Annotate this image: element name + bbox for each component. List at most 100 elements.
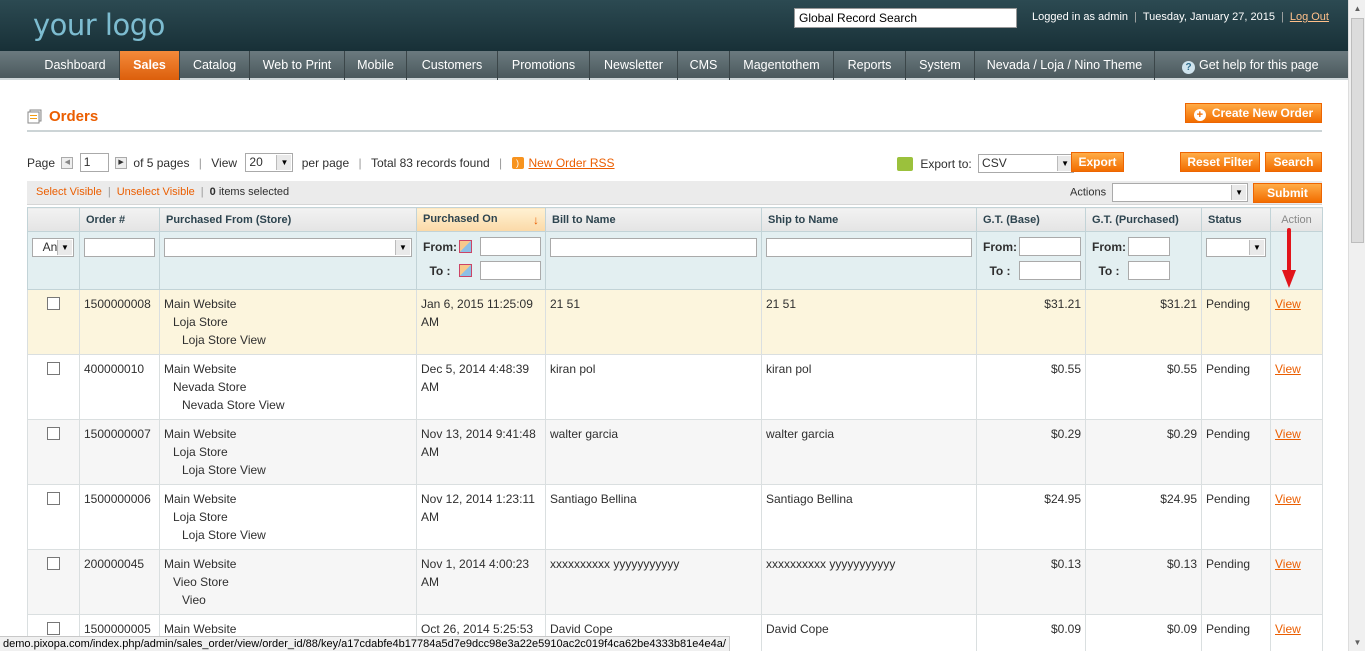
view-label: View — [211, 155, 238, 170]
row-checkbox[interactable] — [47, 427, 60, 440]
nav-theme[interactable]: Nevada / Loja / Nino Theme — [975, 51, 1155, 80]
purchased-on: Dec 5, 2014 4:48:39 AM — [416, 354, 546, 420]
logout-link[interactable]: Log Out — [1290, 11, 1329, 23]
filter-status-select[interactable]: ▼ — [1206, 238, 1266, 257]
purchased-date: Nov 12, 2014 1:23:11 — [421, 492, 535, 506]
filter-date-to-input[interactable] — [480, 261, 541, 280]
help-link[interactable]: ? Get help for this page — [1182, 51, 1319, 80]
row-checkbox[interactable] — [47, 557, 60, 570]
filter-purchased-from-input[interactable] — [1128, 237, 1170, 256]
grand-total-base: $24.95 — [976, 484, 1086, 550]
view-order-link[interactable]: View — [1275, 492, 1301, 506]
logo[interactable]: your logo — [33, 8, 165, 42]
scroll-up-icon[interactable]: ▲ — [1349, 0, 1365, 17]
filter-status-cell: ▼ — [1201, 231, 1271, 290]
nav-catalog[interactable]: Catalog — [180, 51, 250, 80]
row-select-cell — [27, 354, 80, 420]
next-page-icon[interactable]: ▶ — [115, 156, 128, 169]
col-order-number[interactable]: Order # — [79, 207, 160, 232]
store-view: Vieo — [182, 593, 206, 607]
col-store[interactable]: Purchased From (Store) — [159, 207, 417, 232]
filter-order-input[interactable] — [84, 238, 155, 257]
table-row[interactable]: 1500000007 Main Website Loja Store Loja Sto… — [27, 419, 1323, 485]
filter-any-select[interactable]: Any ▼ — [32, 238, 74, 257]
row-select-cell — [27, 419, 80, 485]
order-status: Pending — [1201, 614, 1271, 651]
col-purchased-on[interactable]: Purchased On ↓ — [416, 207, 546, 232]
search-button[interactable]: Search — [1265, 152, 1322, 172]
unselect-visible-link[interactable]: Unselect Visible — [117, 186, 195, 198]
nav-reports[interactable]: Reports — [834, 51, 906, 80]
nav-newsletter[interactable]: Newsletter — [590, 51, 678, 80]
row-checkbox[interactable] — [47, 297, 60, 310]
chevron-down-icon: ▼ — [276, 155, 292, 171]
nav-system[interactable]: System — [906, 51, 975, 80]
view-order-link[interactable]: View — [1275, 622, 1301, 636]
chevron-down-icon: ▼ — [57, 240, 72, 255]
submit-button[interactable]: Submit — [1253, 183, 1322, 203]
purchased-date: Nov 13, 2014 9:41:48 — [421, 427, 536, 441]
filter-date-cell: From: To : — [416, 231, 546, 290]
table-row[interactable]: 400000010 Main Website Nevada Store Nevada … — [27, 354, 1323, 420]
filter-date-from-input[interactable] — [480, 237, 541, 256]
filter-store-select[interactable]: ▼ — [164, 238, 412, 257]
row-checkbox[interactable] — [47, 622, 60, 635]
page-number-input[interactable]: 1 — [79, 153, 109, 173]
grid-body: 1500000008 Main Website Loja Store Loja Sto… — [27, 289, 1323, 651]
prev-page-icon[interactable]: ◀ — [61, 156, 74, 169]
store-view: Nevada Store View — [182, 398, 285, 412]
table-row[interactable]: 1500000006 Main Website Loja Store Loja Sto… — [27, 484, 1323, 550]
export-button[interactable]: Export — [1071, 152, 1124, 172]
per-page-select[interactable]: 20 ▼ — [245, 153, 294, 173]
grid-headings: Order # Purchased From (Store) Purchased… — [27, 207, 1323, 232]
filter-purchased-to-label: To : — [1098, 263, 1120, 278]
order-number: 200000045 — [79, 549, 160, 615]
filter-base-from-input[interactable] — [1019, 237, 1081, 256]
chevron-down-icon: ▼ — [1231, 185, 1247, 200]
actions-select[interactable]: ▼ — [1112, 183, 1249, 202]
action-cell: View — [1270, 289, 1323, 355]
grand-total-base: $0.55 — [976, 354, 1086, 420]
row-checkbox[interactable] — [47, 492, 60, 505]
row-checkbox[interactable] — [47, 362, 60, 375]
scroll-down-icon[interactable]: ▼ — [1349, 634, 1365, 651]
help-icon: ? — [1182, 61, 1195, 74]
view-order-link[interactable]: View — [1275, 557, 1301, 571]
calendar-icon[interactable] — [459, 264, 472, 277]
global-search-input[interactable] — [794, 8, 1017, 28]
filter-bill-input[interactable] — [550, 238, 757, 257]
nav-customers[interactable]: Customers — [407, 51, 498, 80]
col-status[interactable]: Status — [1201, 207, 1271, 232]
col-bill-to[interactable]: Bill to Name — [545, 207, 762, 232]
view-order-link[interactable]: View — [1275, 427, 1301, 441]
col-gt-purchased[interactable]: G.T. (Purchased) — [1085, 207, 1202, 232]
table-row[interactable]: 200000045 Main Website Vieo Store Vieo Nov 1… — [27, 549, 1323, 615]
table-row[interactable]: 1500000008 Main Website Loja Store Loja Sto… — [27, 289, 1323, 355]
new-order-rss-link[interactable]: New Order RSS — [529, 156, 615, 170]
store-view: Loja Store View — [182, 333, 266, 347]
page-scrollbar[interactable]: ▲ ▼ — [1348, 0, 1365, 651]
export-format-select[interactable]: CSV ▼ — [978, 154, 1075, 174]
filter-ship-input[interactable] — [766, 238, 972, 257]
header-info: Logged in as admin | Tuesday, January 27, … — [1032, 11, 1329, 23]
select-visible-link[interactable]: Select Visible — [36, 186, 102, 198]
nav-sales[interactable]: Sales — [120, 51, 180, 80]
view-order-link[interactable]: View — [1275, 297, 1301, 311]
nav-mobile[interactable]: Mobile — [345, 51, 407, 80]
calendar-icon[interactable] — [459, 240, 472, 253]
col-gt-base[interactable]: G.T. (Base) — [976, 207, 1086, 232]
nav-promotions[interactable]: Promotions — [498, 51, 590, 80]
nav-web-to-print[interactable]: Web to Print — [250, 51, 345, 80]
scroll-thumb[interactable] — [1351, 18, 1364, 243]
nav-magentothem[interactable]: Magentothem — [730, 51, 834, 80]
filter-purchased-to-input[interactable] — [1128, 261, 1170, 280]
nav-dashboard[interactable]: Dashboard — [31, 51, 120, 80]
create-new-order-button[interactable]: + Create New Order — [1185, 103, 1322, 123]
col-ship-to[interactable]: Ship to Name — [761, 207, 977, 232]
store-view: Loja Store View — [182, 528, 266, 542]
reset-filter-button[interactable]: Reset Filter — [1180, 152, 1260, 172]
view-order-link[interactable]: View — [1275, 362, 1301, 376]
nav-cms[interactable]: CMS — [678, 51, 730, 80]
total-records: Total 83 records found — [370, 155, 490, 170]
filter-base-to-input[interactable] — [1019, 261, 1081, 280]
